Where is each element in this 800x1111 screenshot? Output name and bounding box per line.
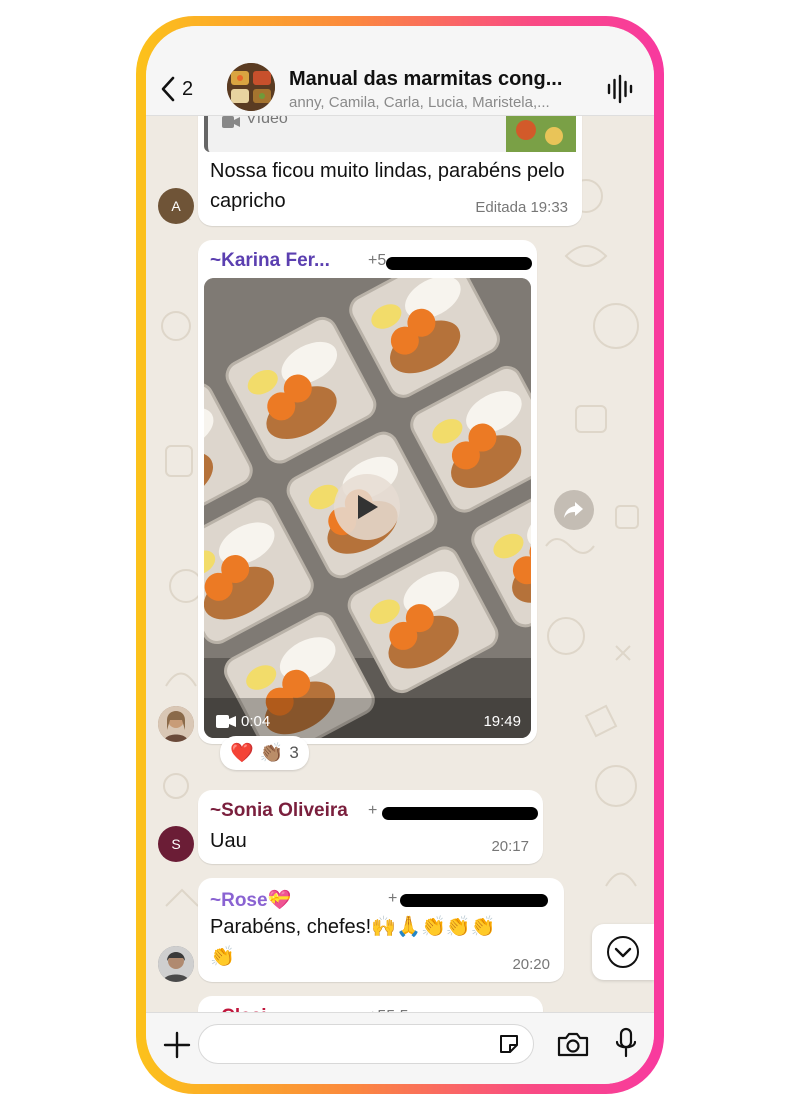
scroll-to-bottom-button[interactable] xyxy=(592,924,654,980)
message-time: 19:49 xyxy=(483,713,521,730)
audio-wave-icon[interactable] xyxy=(606,74,634,104)
heart-reaction: ❤️ xyxy=(230,743,254,764)
video-duration-text: 0:04 xyxy=(241,713,271,730)
chat-screen: 2 Manual das marmitas cong... anny, Cami… xyxy=(146,26,654,1084)
video-camera-icon xyxy=(216,715,236,728)
clap-reaction: 👏🏽 xyxy=(259,743,284,764)
play-icon xyxy=(358,495,378,519)
message-text: Parabéns, chefes!🙌🙏👏👏👏 xyxy=(210,916,496,938)
video-message[interactable]: 0:04 19:49 xyxy=(204,278,531,738)
unread-count: 2 xyxy=(182,77,194,100)
message-input[interactable] xyxy=(198,1024,534,1064)
group-members[interactable]: anny, Camila, Carla, Lucia, Maristela,..… xyxy=(289,94,589,111)
message-time: 20:20 xyxy=(512,956,550,973)
quoted-video[interactable]: Vídeo xyxy=(204,110,576,152)
chevron-left-icon xyxy=(161,76,175,102)
avatar-photo xyxy=(158,946,194,982)
sticker-icon[interactable] xyxy=(497,1032,521,1056)
quoted-thumbnail xyxy=(506,110,576,152)
chat-header: 2 Manual das marmitas cong... anny, Cami… xyxy=(146,26,654,116)
video-duration: 0:04 xyxy=(216,713,270,730)
avatar[interactable]: S xyxy=(158,826,194,862)
chevron-down-icon xyxy=(607,936,639,968)
group-avatar-image xyxy=(227,63,275,111)
avatar-initial: S xyxy=(171,836,181,852)
reaction-count: 3 xyxy=(289,743,299,762)
group-title[interactable]: Manual das marmitas cong... xyxy=(289,68,589,91)
avatar-initial: A xyxy=(171,198,181,214)
sender-phone: +5 xyxy=(368,252,387,269)
play-button[interactable] xyxy=(334,474,400,540)
message-meta: Editada 19:33 xyxy=(475,199,568,216)
phone-frame: 2 Manual das marmitas cong... anny, Cami… xyxy=(136,16,664,1094)
message-time: 20:17 xyxy=(491,838,529,855)
forward-button[interactable] xyxy=(554,490,594,530)
avatar[interactable] xyxy=(158,706,194,742)
camera-icon[interactable] xyxy=(556,1030,590,1058)
group-avatar[interactable] xyxy=(227,63,275,111)
forward-icon xyxy=(564,502,583,518)
microphone-icon[interactable] xyxy=(614,1027,638,1059)
avatar[interactable] xyxy=(158,946,194,982)
avatar-photo xyxy=(158,706,194,742)
message-text-line-2: 👏 xyxy=(210,946,235,968)
redaction-bar xyxy=(382,807,538,820)
message-input-bar xyxy=(146,1012,654,1084)
message-bubble-3[interactable]: ~Sonia Oliveira + Uau 20:17 xyxy=(198,790,543,864)
message-bubble-4[interactable]: ~Rose💝 + Parabéns, chefes!🙌🙏👏👏👏 👏 20:20 xyxy=(198,878,564,982)
avatar[interactable]: A xyxy=(158,188,194,224)
sender-name[interactable]: ~Sonia Oliveira xyxy=(210,800,348,822)
message-bubble-2[interactable]: ~Karina Fer... +5 0:04 19:49 xyxy=(198,240,537,744)
redaction-bar xyxy=(400,894,548,907)
message-reactions[interactable]: ❤️ 👏🏽 3 xyxy=(220,736,309,770)
video-camera-icon xyxy=(222,116,240,128)
sender-name[interactable]: ~Karina Fer... xyxy=(210,250,330,272)
redaction-bar xyxy=(386,257,532,270)
message-text: Uau xyxy=(210,830,247,852)
sender-name[interactable]: ~Rose💝 xyxy=(210,888,291,912)
sender-phone: + xyxy=(388,890,398,907)
sender-phone: + xyxy=(368,802,378,819)
back-button[interactable]: 2 xyxy=(160,76,193,102)
plus-icon[interactable] xyxy=(163,1031,191,1059)
